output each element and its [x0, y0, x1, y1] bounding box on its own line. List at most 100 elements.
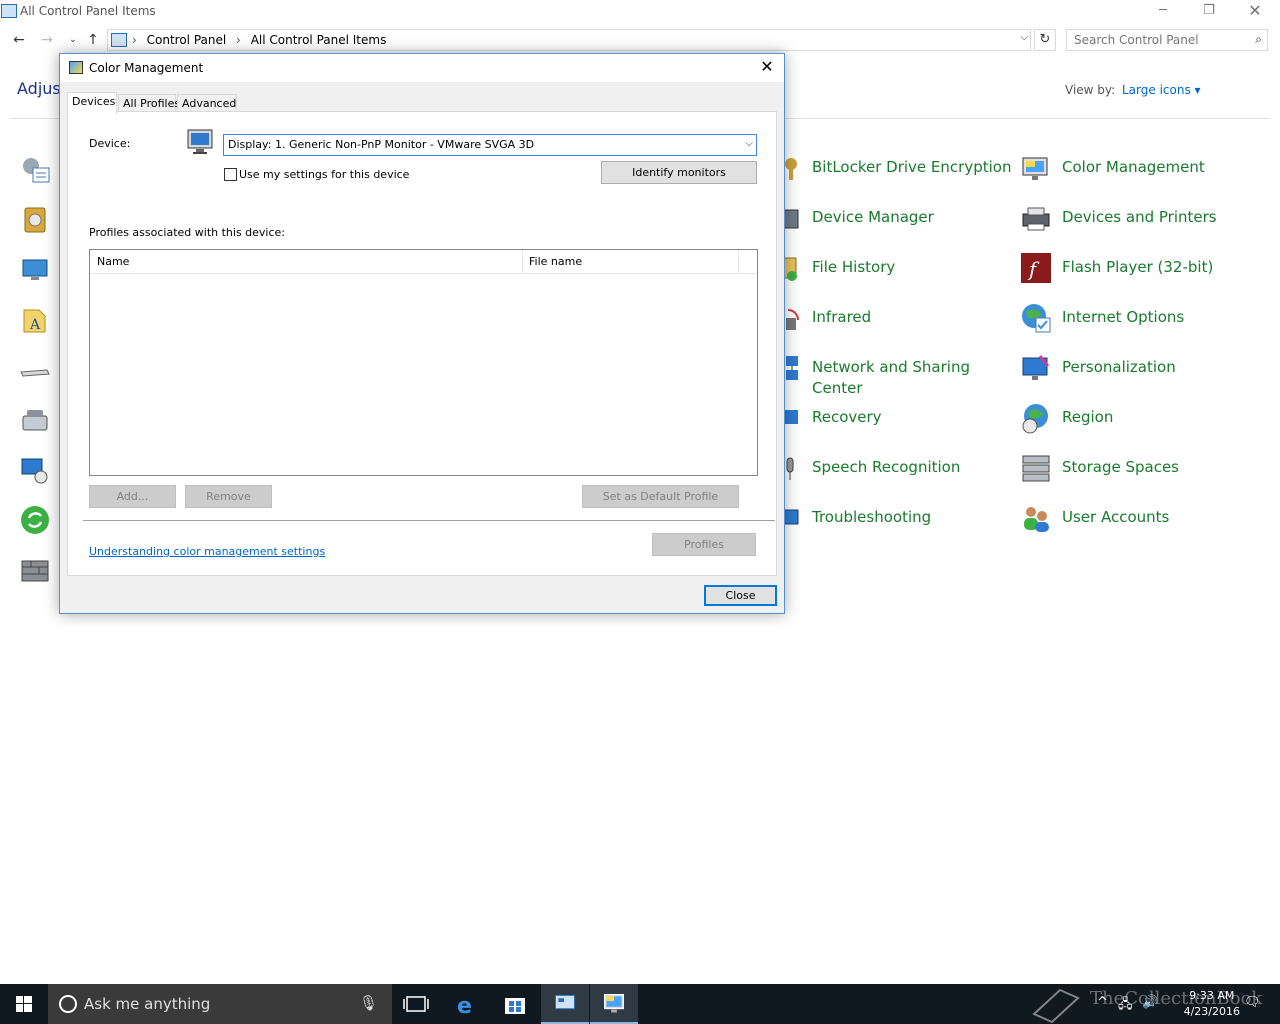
- cp-item-color-management[interactable]: Color Management: [1020, 148, 1260, 188]
- autoplay-icon[interactable]: [19, 204, 51, 236]
- refresh-icon[interactable]: ↻: [1034, 29, 1056, 51]
- breadcrumb-all-items[interactable]: All Control Panel Items: [251, 33, 387, 47]
- minimize-button[interactable]: ─: [1140, 0, 1186, 24]
- chevron-down-icon[interactable]: ⌵: [1020, 32, 1028, 43]
- clock-time: 9:33 AM: [1189, 989, 1235, 1002]
- cp-item-speech-recognition[interactable]: Speech Recognition: [770, 448, 1010, 488]
- recent-locations-icon[interactable]: ⌄: [62, 30, 84, 50]
- cp-item-label: Storage Spaces: [1062, 458, 1179, 476]
- cp-item-user-accounts[interactable]: User Accounts: [1020, 498, 1260, 538]
- profiles-button[interactable]: Profiles: [652, 533, 756, 556]
- cp-item-label: File History: [812, 258, 896, 276]
- windows-start-icon[interactable]: [0, 984, 48, 1024]
- control-panel-taskbar-icon[interactable]: [541, 984, 589, 1024]
- view-by-dropdown[interactable]: Large icons ▾: [1122, 83, 1201, 97]
- store-icon[interactable]: [491, 984, 539, 1024]
- column-file-name[interactable]: File name: [529, 255, 582, 268]
- close-icon[interactable]: ✕: [756, 57, 778, 77]
- window-title: All Control Panel Items: [20, 4, 156, 18]
- cp-item-personalization[interactable]: Personalization: [1020, 348, 1260, 388]
- profiles-list[interactable]: Name File name: [89, 249, 758, 476]
- profiles-label: Profiles associated with this device:: [89, 226, 286, 239]
- microphone-icon[interactable]: 🎙: [359, 994, 378, 1012]
- up-arrow-icon[interactable]: ↑: [82, 30, 104, 50]
- cortana-search-box[interactable]: Ask me anything 🎙: [48, 984, 392, 1024]
- phone-modem-icon[interactable]: [19, 404, 51, 436]
- search-box[interactable]: ⌕: [1066, 29, 1268, 51]
- help-link[interactable]: Understanding color management settings: [89, 545, 325, 558]
- action-center-icon[interactable]: 🗨: [1244, 995, 1261, 1010]
- clock-date: 4/23/2016: [1183, 1005, 1240, 1018]
- cp-item-device-manager[interactable]: Device Manager: [770, 198, 1010, 238]
- column-name[interactable]: Name: [97, 255, 129, 268]
- administrative-tools-icon[interactable]: [19, 154, 51, 186]
- remoteapp-icon[interactable]: [19, 454, 51, 486]
- use-settings-label[interactable]: Use my settings for this device: [239, 168, 409, 181]
- color-management-taskbar-icon[interactable]: [590, 984, 638, 1024]
- view-by-label: View by:: [1065, 83, 1116, 97]
- fonts-icon[interactable]: A: [19, 304, 51, 336]
- cp-item-devices-printers[interactable]: Devices and Printers: [1020, 198, 1260, 238]
- identify-monitors-button[interactable]: Identify monitors: [601, 161, 757, 184]
- breadcrumb: › Control Panel › All Control Panel Item…: [132, 33, 387, 47]
- cp-item-recovery[interactable]: Recovery: [770, 398, 1010, 438]
- tab-devices[interactable]: Devices: [67, 92, 117, 114]
- display-icon[interactable]: [19, 254, 51, 286]
- volume-icon[interactable]: 🔊: [1142, 995, 1158, 1010]
- maximize-button[interactable]: ❐: [1186, 0, 1232, 24]
- divider: [83, 520, 775, 521]
- svg-text:A: A: [29, 317, 41, 333]
- task-view-icon[interactable]: [392, 984, 440, 1024]
- set-default-profile-button[interactable]: Set as Default Profile: [582, 485, 739, 508]
- show-hidden-icons-icon[interactable]: ^: [1097, 995, 1108, 1010]
- dialog-titlebar: Color Management ✕: [60, 54, 784, 82]
- use-settings-checkbox[interactable]: [224, 168, 237, 181]
- cp-item-label: Device Manager: [812, 208, 934, 226]
- cortana-icon: [59, 995, 77, 1013]
- cp-item-bitlocker[interactable]: BitLocker Drive Encryption: [770, 148, 1011, 188]
- cp-item-label: Color Management: [1062, 158, 1205, 176]
- control-panel-icon: [1, 4, 17, 18]
- color-management-icon: [1022, 157, 1048, 180]
- device-dropdown[interactable]: Display: 1. Generic Non-PnP Monitor - VM…: [223, 134, 757, 156]
- clock[interactable]: 9:33 AM 4/23/2016: [1184, 988, 1240, 1020]
- keyboard-icon[interactable]: [19, 354, 51, 386]
- close-button[interactable]: Close: [704, 585, 777, 606]
- svg-text:e: e: [457, 994, 472, 1019]
- cp-item-network-sharing[interactable]: Network and Sharing Center: [770, 348, 1010, 397]
- region-icon: [1022, 404, 1048, 434]
- flash-icon: f: [1021, 253, 1051, 283]
- cp-item-label-text: Network and Sharing Center: [812, 358, 970, 397]
- windows-firewall-icon[interactable]: [19, 554, 51, 586]
- address-bar[interactable]: › Control Panel › All Control Panel Item…: [107, 29, 1031, 51]
- cp-item-region[interactable]: Region: [1020, 398, 1260, 438]
- cp-item-flash-player[interactable]: f Flash Player (32-bit): [1020, 248, 1260, 288]
- cp-item-label: Speech Recognition: [812, 458, 961, 476]
- window-close-button[interactable]: ✕: [1232, 0, 1278, 24]
- remove-button[interactable]: Remove: [185, 485, 272, 508]
- column-divider[interactable]: [522, 250, 523, 274]
- search-input[interactable]: [1067, 30, 1237, 50]
- color-management-dialog: Color Management ✕ Devices All Profiles …: [59, 53, 785, 614]
- cp-item-troubleshooting[interactable]: Troubleshooting: [770, 498, 1010, 538]
- cp-item-file-history[interactable]: File History: [770, 248, 1010, 288]
- cp-item-infrared[interactable]: Infrared: [770, 298, 1010, 338]
- printer-icon: [1022, 207, 1050, 231]
- add-button[interactable]: Add...: [89, 485, 176, 508]
- cp-item-storage-spaces[interactable]: Storage Spaces: [1020, 448, 1260, 488]
- taskbar: Ask me anything 🎙 e TheCollectionBook ^ …: [0, 984, 1280, 1024]
- cp-item-label: Infrared: [812, 308, 872, 326]
- network-tray-icon[interactable]: 🖧: [1118, 995, 1133, 1017]
- search-icon[interactable]: ⌕: [1255, 32, 1262, 47]
- forward-arrow-icon[interactable]: →: [36, 30, 58, 50]
- cp-item-label: Personalization: [1062, 358, 1176, 376]
- chevron-down-icon[interactable]: ⌵: [745, 138, 753, 149]
- cp-item-internet-options[interactable]: Internet Options: [1020, 298, 1260, 338]
- column-divider[interactable]: [738, 250, 739, 274]
- sync-center-icon[interactable]: [19, 504, 51, 536]
- edge-browser-icon[interactable]: e: [442, 984, 490, 1024]
- personalization-icon: [1022, 355, 1050, 380]
- watermark-book-icon: [1032, 988, 1080, 1024]
- back-arrow-icon[interactable]: ←: [8, 30, 30, 50]
- breadcrumb-control-panel[interactable]: Control Panel: [147, 33, 227, 47]
